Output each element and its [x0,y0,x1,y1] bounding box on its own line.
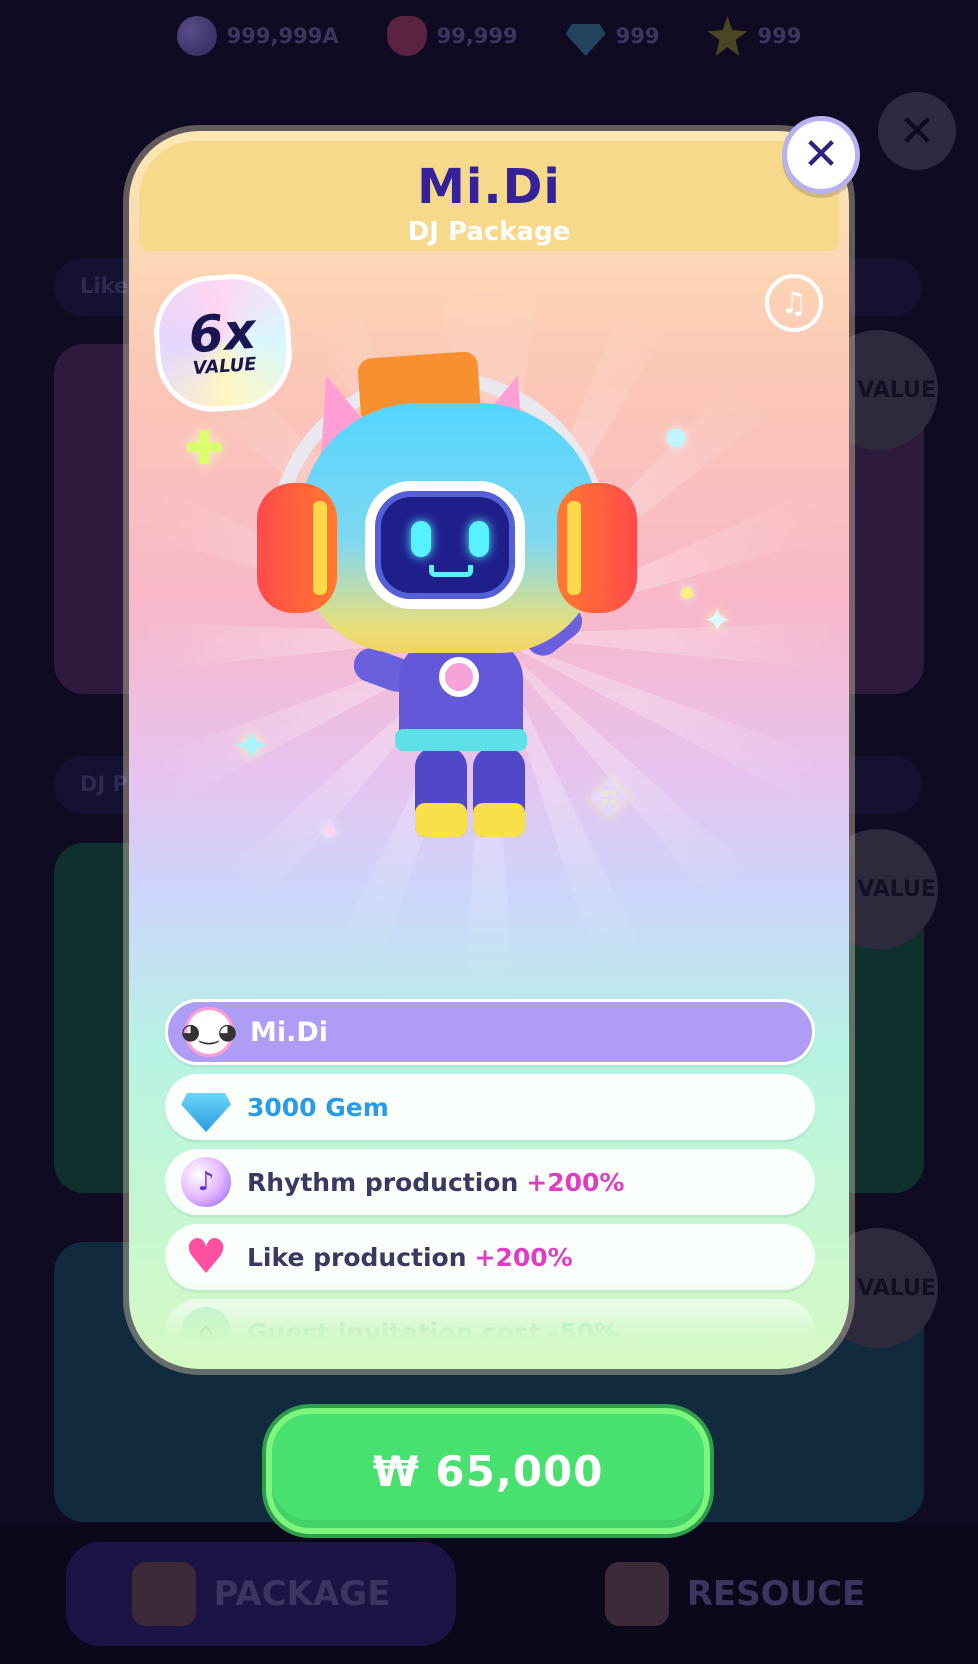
close-button[interactable]: ✕ [782,116,860,194]
item-label: Rhythm production [247,1167,519,1197]
item-label: 3000 Gem [247,1092,389,1122]
cup-stripe [567,501,581,595]
resource-gem-value: 999 [615,24,660,48]
resource-rhythm-value: 999,999A [226,24,339,48]
gem-icon [565,24,606,56]
resource-gem: 999 [565,16,660,56]
belt [395,729,527,751]
rhythm-coin-icon [176,16,217,56]
rhythm-icon: ♪ [181,1157,231,1207]
tab-resource[interactable]: RESOUCE [540,1542,930,1646]
price-label: ₩ 65,000 [372,1446,604,1496]
list-item-like: ♥ Like production +200% [165,1224,815,1290]
eye [411,521,431,557]
sparkle-dot [681,587,693,599]
resource-rhythm: 999,999A [176,16,339,56]
music-logo-icon [439,657,479,697]
bottom-tab-bar: PACKAGE RESOUCE [0,1524,978,1664]
item-label: Like production [247,1242,467,1272]
tab-package-label: PACKAGE [213,1574,391,1614]
heart-icon [386,16,427,56]
cup-stripe [313,501,327,595]
close-icon: ✕ [802,129,840,180]
resource-star-value: 999 [757,24,802,48]
resource-star: 999 [707,16,801,56]
mouth [429,565,473,577]
purchase-button[interactable]: ₩ 65,000 [266,1408,710,1534]
package-contents-list[interactable]: ◕‿◕ Mi.Di 3000 Gem ♪ Rhythm production +… [165,999,815,1339]
midi-character-art [239,343,659,843]
headphone-cup [257,483,337,613]
midi-avatar-icon: ◕‿◕ [181,1007,237,1057]
eye [469,521,489,557]
heart-icon: ♥ [184,1229,228,1285]
list-item-guest: ⌂ Guest invitation cost -50% [165,1299,815,1339]
modal-header: Mi.Di DJ Package [139,141,839,251]
face-screen [365,481,525,609]
package-modal: Mi.Di DJ Package 6x VALUE ♫ ✚ ✦ ✥ ✦ ◕‿◕ [129,131,849,1369]
item-label: Mi.Di [250,1016,329,1048]
item-label: Guest invitation cost [247,1317,541,1340]
resource-like: 99,999 [386,16,518,56]
item-bonus: +200% [526,1167,625,1197]
item-bonus: +200% [474,1242,573,1272]
star-icon [707,16,748,56]
music-note-icon[interactable]: ♫ [765,274,823,332]
package-title: Mi.Di [417,159,561,215]
headphone-cup [557,483,637,613]
sparkle-icon: ✚ [185,421,224,475]
package-icon [131,1562,196,1626]
resource-like-value: 99,999 [436,24,518,48]
gem-icon [181,1093,231,1132]
background-close-icon: ✕ [878,92,956,170]
leg [473,747,525,837]
item-bonus: -50% [548,1317,620,1340]
tab-package[interactable]: PACKAGE [66,1542,456,1646]
tab-resource-label: RESOUCE [686,1574,866,1614]
leg [415,747,467,837]
boot [415,803,467,837]
list-item-rhythm: ♪ Rhythm production +200% [165,1149,815,1215]
resource-bag-icon [604,1562,669,1626]
sparkle-icon: ✦ [703,601,732,641]
boot [473,803,525,837]
resource-bar: 999,999A 99,999 999 999 [0,14,978,58]
list-item-character: ◕‿◕ Mi.Di [165,999,815,1065]
guest-icon: ⌂ [181,1307,231,1339]
package-subtitle: DJ Package [407,217,571,247]
list-item-gem: 3000 Gem [165,1074,815,1140]
sparkle-dot [667,429,685,447]
